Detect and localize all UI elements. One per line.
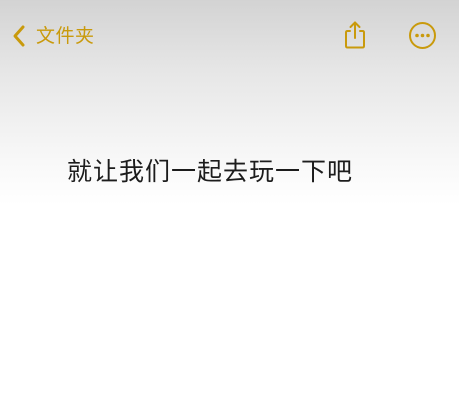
share-icon (341, 19, 369, 51)
navigation-bar: 文件夹 (0, 0, 459, 70)
more-icon (408, 21, 437, 50)
back-button[interactable]: 文件夹 (10, 20, 95, 52)
more-button[interactable] (408, 21, 437, 50)
note-body-text[interactable]: 就让我们一起去玩一下吧 (67, 154, 353, 190)
notes-screen: 文件夹 就让我们一起去玩一下吧 (0, 0, 459, 420)
back-label: 文件夹 (36, 25, 95, 47)
share-button[interactable] (341, 19, 369, 51)
chevron-left-icon (10, 24, 28, 48)
